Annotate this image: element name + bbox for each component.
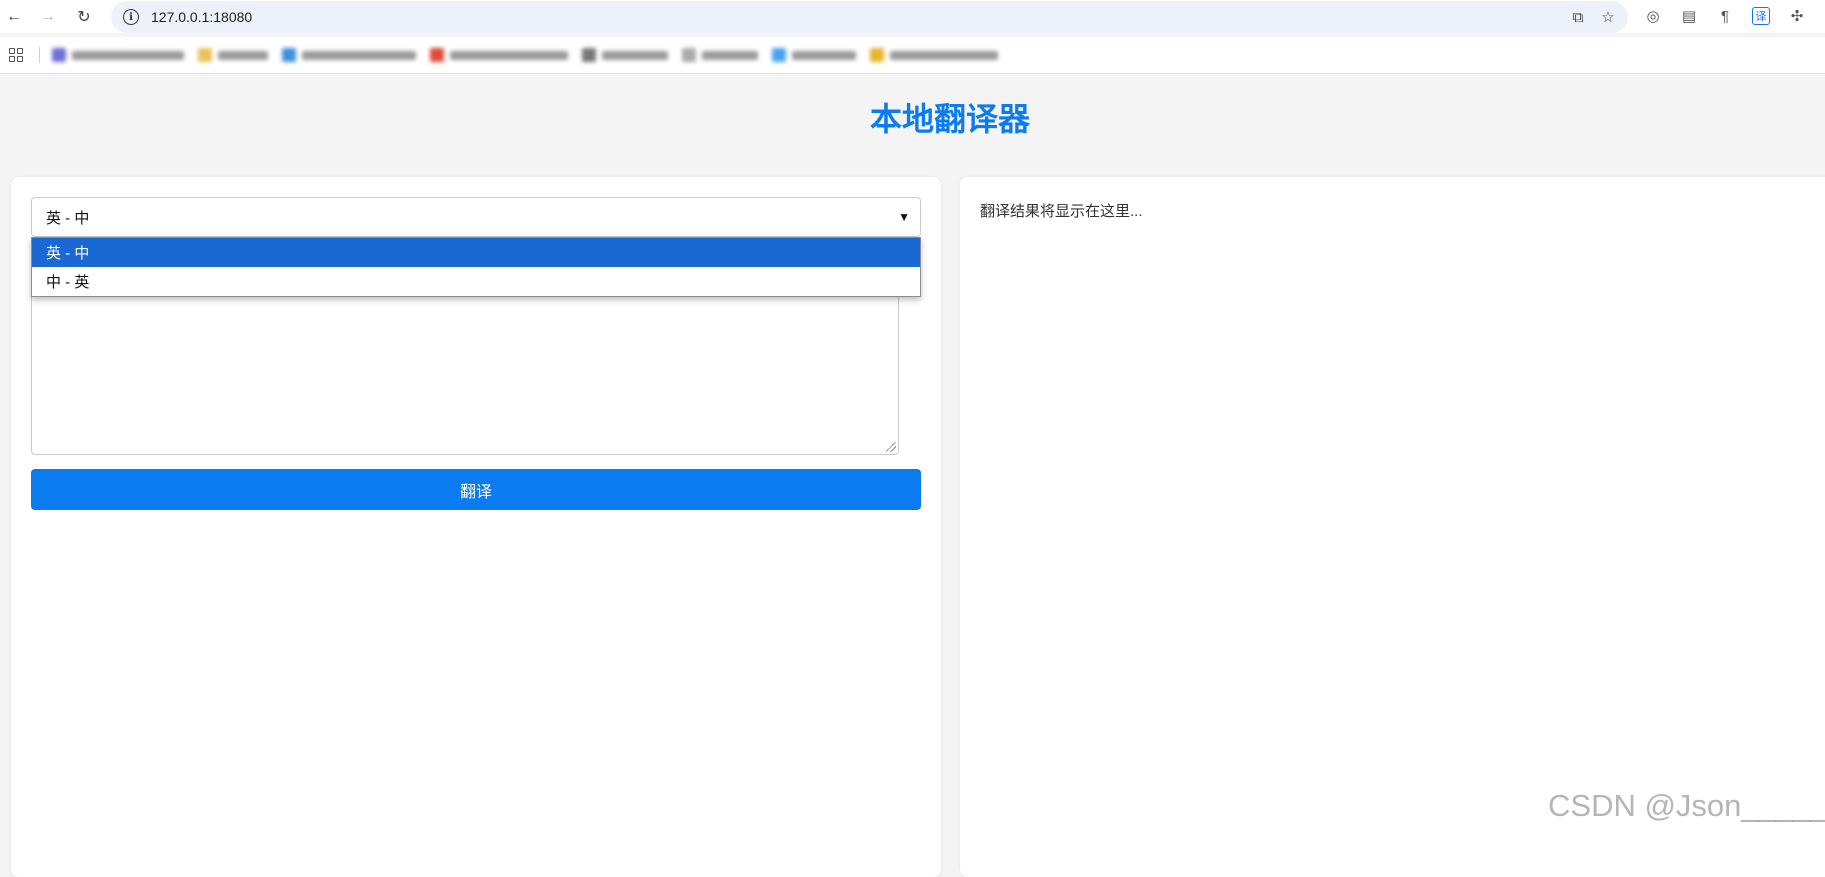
bookmark-item[interactable] bbox=[52, 48, 184, 62]
select-value: 英 - 中 bbox=[46, 209, 90, 227]
reload-icon[interactable]: ↻ bbox=[70, 3, 98, 31]
bookmark-item[interactable] bbox=[198, 48, 268, 62]
translate-extension-icon[interactable]: 译 bbox=[1748, 4, 1774, 28]
translate-page-icon[interactable]: ⧉ bbox=[1566, 5, 1590, 29]
apps-grid-icon[interactable] bbox=[9, 48, 23, 62]
language-direction-select[interactable]: 英 - 中 ▼ bbox=[31, 197, 921, 237]
back-arrow-icon[interactable]: ← bbox=[0, 3, 28, 31]
info-icon[interactable]: i bbox=[123, 9, 139, 25]
result-panel: 翻译结果将显示在这里... bbox=[960, 177, 1825, 877]
bookmark-item[interactable] bbox=[870, 48, 998, 62]
bookmark-item[interactable] bbox=[772, 48, 856, 62]
result-placeholder: 翻译结果将显示在这里... bbox=[980, 203, 1143, 220]
bookmarks-bar bbox=[0, 37, 1825, 74]
dropdown-option-en-zh[interactable]: 英 - 中 bbox=[32, 238, 920, 267]
address-bar[interactable]: i 127.0.0.1:18080 ⧉ ☆ bbox=[111, 1, 1628, 33]
input-panel: 英 - 中 ▼ 英 - 中 中 - 英 翻译 bbox=[11, 177, 941, 877]
tab-manager-extension-icon[interactable]: ▤ bbox=[1676, 4, 1702, 28]
dropdown-option-zh-en[interactable]: 中 - 英 bbox=[32, 267, 920, 296]
extensions-puzzle-icon[interactable]: ✣ bbox=[1784, 4, 1810, 28]
paragraph-extension-icon[interactable]: ¶ bbox=[1712, 4, 1738, 28]
record-extension-icon[interactable]: ◎ bbox=[1640, 4, 1666, 28]
page-title: 本地翻译器 bbox=[869, 101, 1030, 137]
watermark: CSDN @Json_____ bbox=[1548, 788, 1825, 823]
bookmark-item[interactable] bbox=[430, 48, 568, 62]
language-dropdown-list: 英 - 中 中 - 英 bbox=[31, 237, 921, 297]
forward-arrow-icon[interactable]: → bbox=[34, 3, 62, 31]
bookmark-item[interactable] bbox=[282, 48, 416, 62]
resize-grip-icon[interactable] bbox=[886, 442, 896, 452]
bookmark-item[interactable] bbox=[682, 48, 758, 62]
browser-toolbar: ← → ↻ i 127.0.0.1:18080 ⧉ ☆ ◎ ▤ ¶ 译 ✣ bbox=[0, 0, 1825, 33]
star-icon[interactable]: ☆ bbox=[1596, 5, 1620, 29]
translate-button[interactable]: 翻译 bbox=[31, 469, 921, 510]
url-text[interactable]: 127.0.0.1:18080 bbox=[151, 9, 252, 25]
chevron-down-icon: ▼ bbox=[898, 210, 910, 224]
bookmark-item[interactable] bbox=[582, 48, 668, 62]
bookmarks-separator bbox=[39, 47, 40, 63]
